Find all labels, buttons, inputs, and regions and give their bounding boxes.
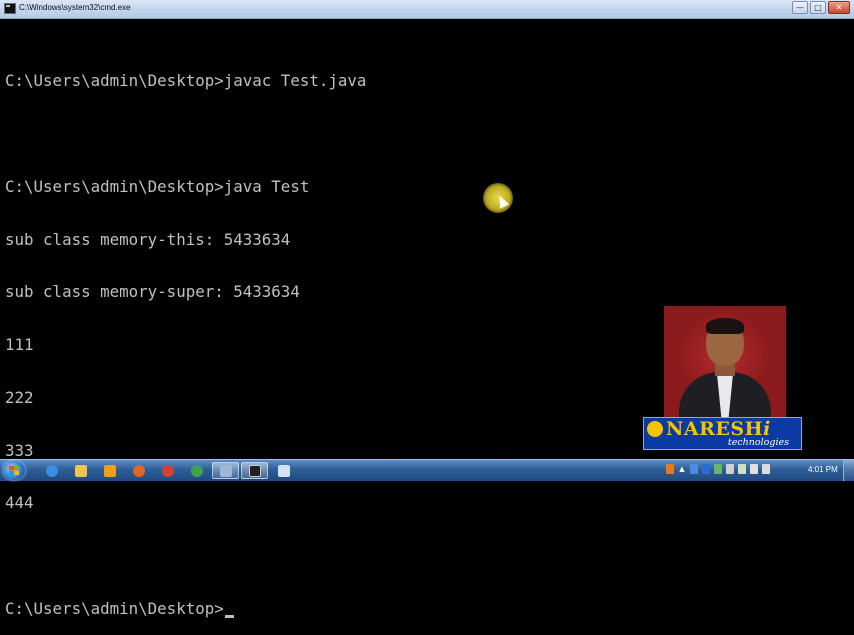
taskbar-clock[interactable]: 4:01 PM [808, 465, 838, 474]
chrome-icon [190, 464, 203, 477]
firefox-icon [132, 464, 145, 477]
show-desktop-button[interactable] [843, 460, 854, 481]
cmd-icon [4, 3, 16, 14]
notepad-icon [277, 464, 290, 477]
logo-mark-icon [647, 421, 663, 437]
presenter-webcam [664, 306, 786, 418]
system-tray: ▲ [666, 464, 770, 474]
tray-app-icon[interactable] [690, 464, 698, 474]
window-title: C:\Windows\system32\cmd.exe [19, 3, 131, 12]
taskbar-item-notepad[interactable] [270, 462, 297, 479]
folder-icon [74, 464, 87, 477]
console-line: C:\Users\admin\Desktop>javac Test.java [5, 71, 367, 91]
taskbar-item-cmd[interactable] [241, 462, 268, 479]
taskbar-item-media-player[interactable] [96, 462, 123, 479]
console-line: sub class memory-this: 5433634 [5, 229, 291, 249]
ie-icon [45, 464, 58, 477]
taskbar-item-ie[interactable] [38, 462, 65, 479]
action-center-icon[interactable] [726, 464, 734, 474]
bluetooth-icon[interactable] [702, 464, 710, 474]
window-title-bar[interactable]: C:\Windows\system32\cmd.exe — □ ✕ [0, 0, 854, 19]
taskbar-item-firefox[interactable] [125, 462, 152, 479]
taskbar-item-chrome[interactable] [154, 462, 181, 479]
network-icon[interactable] [750, 464, 758, 474]
chrome-icon [161, 464, 174, 477]
screen-recorder-icon [219, 464, 232, 477]
console-line: C:\Users\admin\Desktop>java Test [5, 176, 310, 196]
taskbar-items [38, 462, 297, 479]
taskbar-item-recorder[interactable] [212, 462, 239, 479]
show-hidden-icons-icon[interactable]: ▲ [678, 464, 686, 474]
window-controls: — □ ✕ [792, 1, 850, 14]
prompt-line[interactable]: C:\Users\admin\Desktop> [5, 600, 825, 618]
console-line: 444 [5, 493, 34, 513]
text-caret [224, 615, 234, 618]
taskbar: ▲ 4:01 PM [0, 459, 854, 481]
taskbar-item-chrome-2[interactable] [183, 462, 210, 479]
cmd-icon [248, 464, 261, 477]
prompt-text: C:\Users\admin\Desktop> [5, 599, 224, 618]
tray-app-icon[interactable] [666, 464, 674, 474]
close-button[interactable]: ✕ [828, 1, 850, 14]
volume-icon[interactable] [762, 464, 770, 474]
tray-app-icon[interactable] [714, 464, 722, 474]
minimize-button[interactable]: — [792, 1, 808, 14]
maximize-button[interactable]: □ [810, 1, 826, 14]
console-line: sub class memory-super: 5433634 [5, 282, 300, 302]
media-player-icon [103, 464, 116, 477]
start-button[interactable] [3, 461, 25, 480]
naresh-logo: NARESHi technologies [643, 417, 802, 450]
presenter-hair [706, 318, 744, 334]
battery-icon[interactable] [738, 464, 746, 474]
taskbar-item-explorer[interactable] [67, 462, 94, 479]
logo-subtitle: technologies [727, 437, 789, 448]
